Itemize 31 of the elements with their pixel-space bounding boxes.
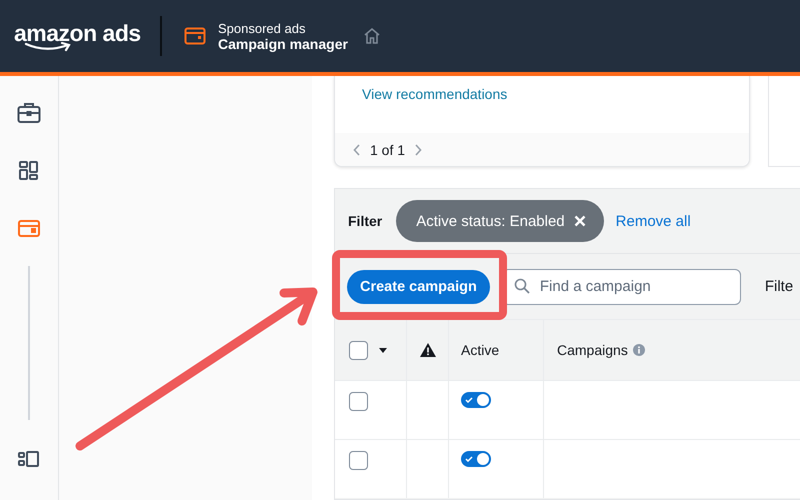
check-icon — [465, 456, 473, 462]
check-icon — [465, 397, 473, 403]
row-checkbox[interactable] — [349, 392, 368, 411]
create-campaign-button[interactable]: Create campaign — [347, 270, 490, 304]
logo-text[interactable]: amazon ads — [14, 20, 141, 44]
row-checkbox[interactable] — [349, 451, 368, 470]
card-icon — [184, 27, 206, 45]
active-toggle[interactable] — [461, 392, 491, 408]
filter-label: Filter — [348, 213, 382, 229]
column-header: Active — [461, 342, 500, 358]
info-icon — [632, 344, 645, 356]
layout-icon[interactable] — [17, 448, 41, 470]
briefcase-icon[interactable] — [17, 102, 41, 124]
remove-all-link[interactable]: Remove all — [616, 212, 691, 230]
select-all-checkbox[interactable] — [349, 340, 368, 360]
caret-icon[interactable] — [379, 348, 387, 352]
column-header: Campaigns — [557, 342, 628, 358]
view-recommendations-link[interactable]: View recommendations — [335, 76, 749, 133]
product-label: Sponsored ads — [218, 20, 306, 36]
next-icon[interactable] — [414, 144, 422, 156]
product-title: Campaign manager — [218, 36, 348, 52]
close-icon[interactable] — [574, 215, 586, 227]
filter-text: Filte — [764, 278, 794, 295]
card-icon[interactable] — [17, 218, 41, 240]
dashboard-icon[interactable] — [17, 160, 41, 182]
previous-icon[interactable] — [353, 144, 361, 156]
home-icon[interactable] — [362, 26, 382, 46]
active-toggle[interactable] — [461, 451, 491, 467]
filter-chip[interactable]: Active status: Enabled — [396, 200, 604, 242]
warning-icon — [420, 343, 436, 357]
page-indicator: 1 of 1 — [370, 142, 406, 158]
